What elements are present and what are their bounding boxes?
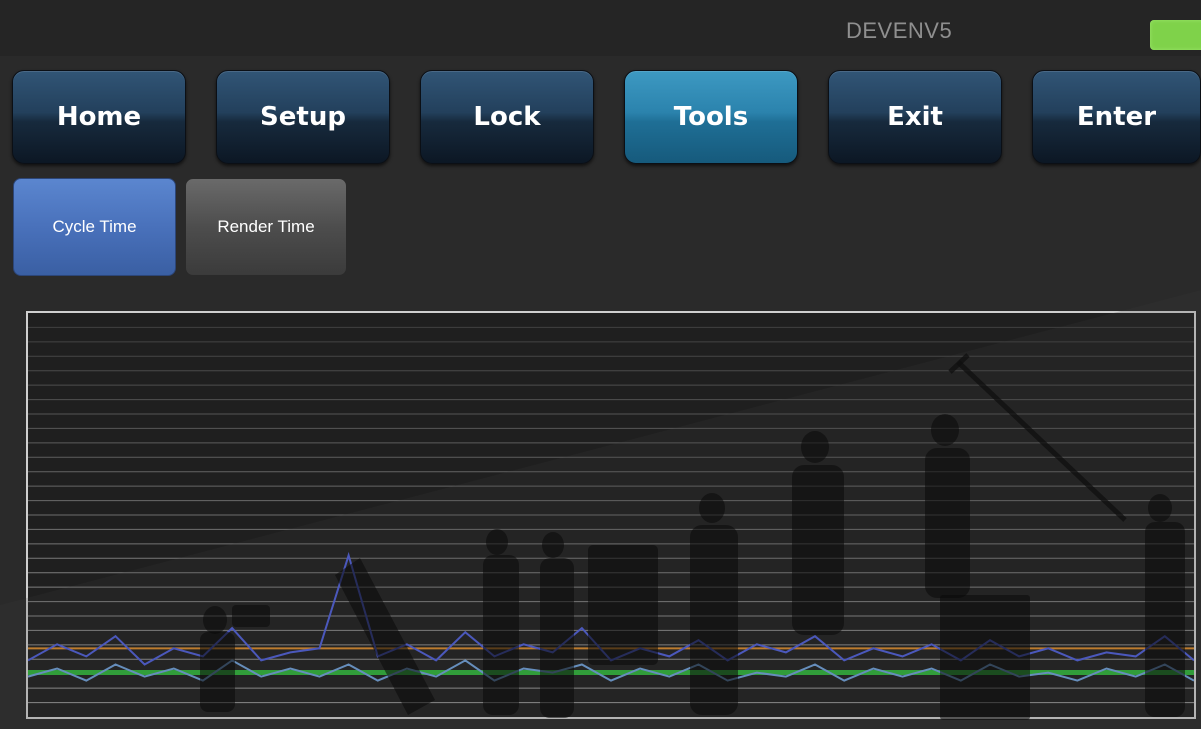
lock-button[interactable]: Lock — [420, 70, 594, 164]
tab-render-time[interactable]: Render Time — [185, 178, 347, 276]
top-bar: DEVENV5 — [0, 0, 1201, 56]
status-indicator — [1150, 20, 1201, 50]
window-title: DEVENV5 — [846, 18, 953, 43]
setup-button[interactable]: Setup — [216, 70, 390, 164]
exit-button[interactable]: Exit — [828, 70, 1002, 164]
enter-button[interactable]: Enter — [1032, 70, 1201, 164]
chart-canvas — [28, 326, 1194, 704]
home-button[interactable]: Home — [12, 70, 186, 164]
tools-button[interactable]: Tools — [624, 70, 798, 164]
cycle-time-chart — [26, 311, 1196, 719]
tab-cycle-time[interactable]: Cycle Time — [13, 178, 176, 276]
